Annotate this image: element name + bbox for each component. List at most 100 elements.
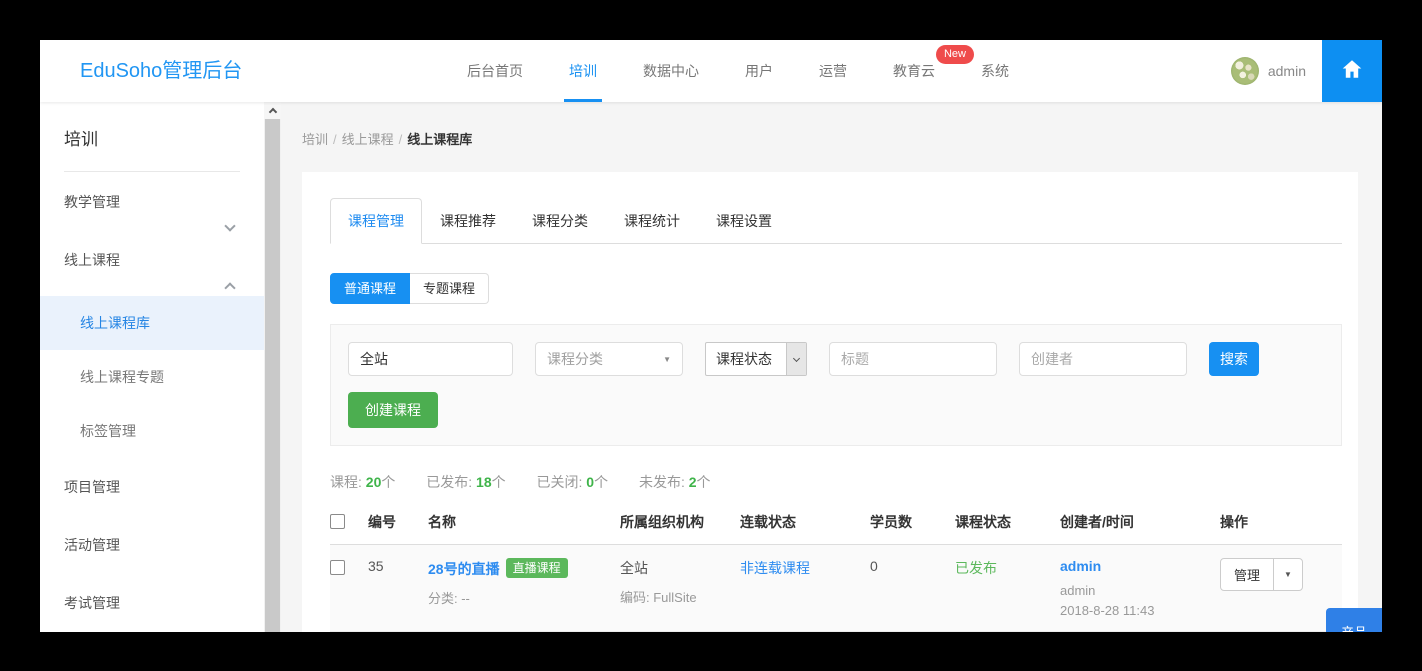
- course-type-toggle: 普通课程 专题课程: [330, 273, 1342, 304]
- sidebar-item-project-management[interactable]: 项目管理: [40, 458, 264, 516]
- tab-course-statistics[interactable]: 课程统计: [606, 198, 698, 244]
- breadcrumb-item[interactable]: 线上课程: [342, 132, 394, 147]
- course-stats: 课程: 20个 已发布: 18个 已关闭: 0个 未发布: 2个: [330, 472, 1342, 492]
- table-row: 34 12eqwseqwd 全站 非连载课程 0 未发布 admin 管理 ▼: [330, 632, 1342, 633]
- stat-total: 20: [366, 474, 382, 490]
- course-org: 全站: [620, 558, 732, 578]
- sidebar: 培训 教学管理 线上课程 线上课程库 线上课程专题 标签管理 项目管理 活动管理…: [40, 102, 264, 632]
- nav-item-users[interactable]: 用户: [722, 40, 796, 102]
- live-course-badge: 直播课程: [506, 558, 568, 578]
- tab-course-category[interactable]: 课程分类: [514, 198, 606, 244]
- content-card: 课程管理 课程推荐 课程分类 课程统计 课程设置 普通课程 专题课程 课程分类: [302, 172, 1358, 632]
- breadcrumb: 培训/线上课程/线上课程库: [302, 129, 1382, 148]
- title-input[interactable]: [829, 342, 997, 376]
- category-select[interactable]: 课程分类 ▼: [535, 342, 683, 376]
- column-name: 名称: [428, 502, 620, 545]
- column-action: 操作: [1220, 502, 1342, 545]
- nav-item-edu-cloud[interactable]: 教育云 New: [870, 40, 958, 102]
- sidebar-item-activity-management[interactable]: 活动管理: [40, 516, 264, 574]
- student-count: 0: [870, 632, 955, 633]
- sidebar-group-teaching[interactable]: 教学管理: [40, 172, 264, 230]
- sidebar-item-exam-management[interactable]: 考试管理: [40, 574, 264, 632]
- stat-closed: 0: [586, 474, 594, 490]
- status-badge: 已发布: [955, 560, 997, 576]
- category-select-label: 课程分类: [547, 349, 603, 369]
- course-category: 分类: --: [428, 588, 612, 607]
- column-students: 学员数: [870, 502, 955, 545]
- manage-button-group: 管理 ▼: [1220, 558, 1303, 591]
- course-id: 35: [368, 545, 428, 632]
- column-org: 所属组织机构: [620, 502, 740, 545]
- course-org-code: 编码: FullSite: [620, 587, 732, 606]
- column-status: 课程状态: [955, 502, 1060, 545]
- app-logo[interactable]: EduSoho管理后台: [80, 40, 242, 102]
- manage-button[interactable]: 管理: [1221, 559, 1273, 590]
- row-checkbox[interactable]: [330, 560, 345, 575]
- sidebar-group-label: 教学管理: [64, 194, 120, 210]
- chevron-up-icon: [224, 282, 235, 293]
- caret-down-icon: ▼: [663, 355, 671, 364]
- status-select-label: 课程状态: [706, 343, 786, 375]
- tab-course-settings[interactable]: 课程设置: [698, 198, 790, 244]
- breadcrumb-current: 线上课程库: [407, 132, 472, 147]
- table-header-row: 编号 名称 所属组织机构 连载状态 学员数 课程状态 创建者/时间 操作: [330, 502, 1342, 545]
- site-input[interactable]: [348, 342, 513, 376]
- chevron-down-icon: [793, 354, 800, 361]
- course-id: 34: [368, 632, 428, 633]
- table-row: 35 28号的直播直播课程 分类: -- 全站 编码: FullSite 非连载…: [330, 545, 1342, 632]
- home-button[interactable]: [1322, 40, 1382, 102]
- sidebar-item-course-topics[interactable]: 线上课程专题: [40, 350, 264, 404]
- tab-course-recommend[interactable]: 课程推荐: [422, 198, 514, 244]
- topic-course-button[interactable]: 专题课程: [410, 273, 489, 304]
- column-serial: 连载状态: [740, 502, 870, 545]
- sidebar-group-label: 线上课程: [64, 252, 120, 268]
- scrollbar-thumb[interactable]: [265, 119, 280, 632]
- stat-published: 18: [476, 474, 492, 490]
- main-content: 培训/线上课程/线上课程库 课程管理 课程推荐 课程分类 课程统计 课程设置 普…: [281, 102, 1382, 632]
- stat-unpublished: 2: [689, 474, 697, 490]
- nav-item-dashboard[interactable]: 后台首页: [444, 40, 546, 102]
- product-floating-button[interactable]: 产品: [1326, 608, 1382, 632]
- manage-dropdown-button[interactable]: ▼: [1273, 559, 1302, 590]
- avatar: [1231, 57, 1259, 85]
- scrollbar-up-icon: [268, 108, 276, 116]
- status-badge: 未发布: [955, 632, 1060, 633]
- tab-course-management[interactable]: 课程管理: [330, 198, 422, 244]
- create-course-button[interactable]: 创建课程: [348, 392, 438, 428]
- home-icon: [1340, 57, 1364, 86]
- student-count: 0: [870, 545, 955, 632]
- sidebar-item-tag-management[interactable]: 标签管理: [40, 404, 264, 458]
- nav-item-label: 教育云: [893, 63, 935, 79]
- serial-status-link[interactable]: 非连载课程: [740, 560, 810, 576]
- normal-course-button[interactable]: 普通课程: [330, 273, 410, 304]
- breadcrumb-item[interactable]: 培训: [302, 132, 328, 147]
- caret-down-icon: ▼: [1284, 570, 1292, 579]
- nav-item-system[interactable]: 系统: [958, 40, 1032, 102]
- column-creator: 创建者/时间: [1060, 502, 1220, 545]
- top-navigation: 后台首页 培训 数据中心 用户 运营 教育云 New 系统: [444, 40, 1032, 102]
- course-org: 全站: [620, 632, 740, 633]
- scrollbar-up-button[interactable]: [264, 102, 281, 119]
- nav-item-data-center[interactable]: 数据中心: [620, 40, 722, 102]
- select-all-checkbox[interactable]: [330, 514, 345, 529]
- sidebar-scrollbar[interactable]: [264, 102, 281, 632]
- sidebar-item-course-library[interactable]: 线上课程库: [40, 296, 264, 350]
- top-header: EduSoho管理后台 后台首页 培训 数据中心 用户 运营 教育云 New 系…: [40, 40, 1382, 102]
- created-time: 2018-8-28 11:43: [1060, 603, 1212, 618]
- search-button[interactable]: 搜索: [1209, 342, 1259, 376]
- course-table: 编号 名称 所属组织机构 连载状态 学员数 课程状态 创建者/时间 操作 35 …: [330, 502, 1342, 632]
- creator-link[interactable]: admin: [1060, 558, 1101, 574]
- select-arrow-button[interactable]: [786, 343, 806, 375]
- user-menu[interactable]: admin: [1231, 40, 1306, 102]
- course-name-link[interactable]: 28号的直播: [428, 561, 500, 577]
- creator-nickname: admin: [1060, 583, 1212, 598]
- creator-input[interactable]: [1019, 342, 1187, 376]
- sidebar-title: 培训: [40, 102, 264, 150]
- status-select[interactable]: 课程状态: [705, 342, 807, 376]
- nav-item-operations[interactable]: 运营: [796, 40, 870, 102]
- app-window: EduSoho管理后台 后台首页 培训 数据中心 用户 运营 教育云 New 系…: [40, 40, 1382, 632]
- sidebar-group-online-courses[interactable]: 线上课程: [40, 230, 264, 288]
- column-id: 编号: [368, 502, 428, 545]
- course-tabs: 课程管理 课程推荐 课程分类 课程统计 课程设置: [330, 198, 1342, 244]
- nav-item-training[interactable]: 培训: [546, 40, 620, 102]
